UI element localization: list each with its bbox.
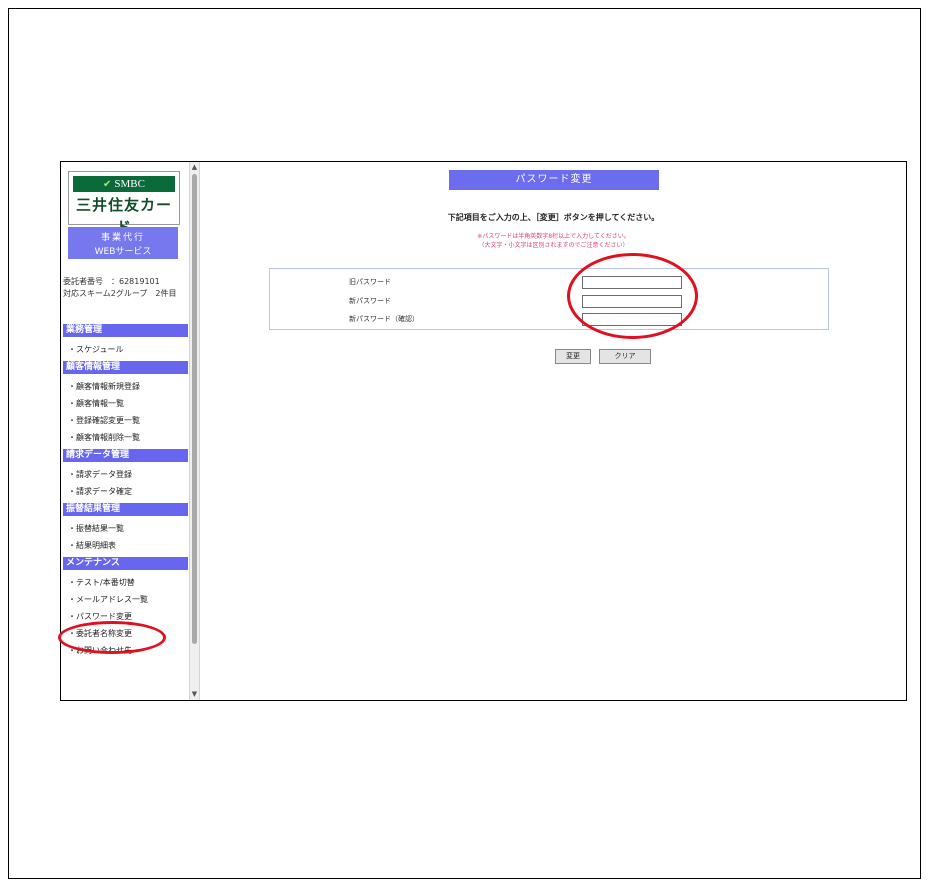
- page-title: パスワード変更: [449, 170, 659, 190]
- nav-section-transfer: 振替結果管理: [63, 503, 188, 516]
- sidebar-item-customer-register[interactable]: ・顧客情報新規登録: [63, 378, 188, 395]
- sidebar-item-customer-list[interactable]: ・顧客情報一覧: [63, 395, 188, 412]
- scrollbar-thumb[interactable]: [192, 174, 197, 644]
- service-title: 事業代行: [100, 233, 145, 243]
- sidebar: ✔SMBC 三井住友カード 事業代行 WEBサービス 委託者番号 ：628191…: [61, 162, 189, 700]
- service-banner: 事業代行 WEBサービス: [68, 227, 178, 259]
- warning-text-1: ※パスワードは半角英数字8桁以上で入力してください。: [477, 233, 630, 240]
- service-subtitle: WEBサービス: [94, 247, 152, 257]
- sidebar-item-email-list[interactable]: ・メールアドレス一覧: [63, 591, 188, 608]
- sidebar-item-test-switch[interactable]: ・テスト/本番切替: [63, 574, 188, 591]
- form-row-old-password: 旧パスワード: [270, 275, 828, 292]
- clear-button[interactable]: クリア: [599, 349, 651, 364]
- old-password-label: 旧パスワード: [349, 278, 391, 286]
- sidebar-item-billing-confirm[interactable]: ・請求データ確定: [63, 483, 188, 500]
- sidebar-item-result-detail[interactable]: ・結果明細表: [63, 537, 188, 554]
- sidebar-item-schedule[interactable]: ・スケジュール: [63, 341, 188, 358]
- change-button[interactable]: 変更: [555, 349, 591, 364]
- confirm-password-input[interactable]: [582, 313, 682, 326]
- new-password-label: 新パスワード: [349, 297, 391, 305]
- form-row-new-password: 新パスワード: [270, 294, 828, 311]
- scroll-down-arrow-icon[interactable]: ▼: [190, 689, 199, 700]
- scroll-up-arrow-icon[interactable]: ▲: [190, 162, 199, 173]
- sidebar-item-customer-delete-list[interactable]: ・顧客情報削除一覧: [63, 429, 188, 446]
- form-row-confirm-password: 新パスワード（確認）: [270, 312, 828, 329]
- main-content: パスワード変更 下記項目をご入力の上、［変更］ボタンを押してください。 ※パスワ…: [201, 162, 906, 700]
- sidebar-item-transfer-results[interactable]: ・振替結果一覧: [63, 520, 188, 537]
- sidebar-nav: 業務管理 ・スケジュール 顧客情報管理 ・顧客情報新規登録 ・顧客情報一覧 ・登…: [63, 321, 188, 659]
- old-password-input[interactable]: [582, 276, 682, 289]
- instruction-text: 下記項目をご入力の上、［変更］ボタンを押してください。: [447, 213, 660, 222]
- nav-section-billing: 請求データ管理: [63, 449, 188, 462]
- password-form: 旧パスワード 新パスワード 新パスワード（確認）: [269, 268, 829, 330]
- scheme-group-info: 対応スキーム2グループ 2件目: [63, 289, 177, 298]
- app-window: ✔SMBC 三井住友カード 事業代行 WEBサービス 委託者番号 ：628191…: [60, 161, 907, 701]
- warning-text-2: （大文字・小文字は区別されますのでご注意ください）: [478, 242, 629, 249]
- nav-section-maintenance: メンテナンス: [63, 557, 188, 570]
- smbc-logo-text: SMBC: [114, 178, 145, 190]
- sidebar-item-contact[interactable]: ・お問い合わせ先: [63, 642, 188, 659]
- nav-section-business: 業務管理: [63, 324, 188, 337]
- sidebar-item-password-change[interactable]: ・パスワード変更: [63, 608, 188, 625]
- sidebar-item-billing-register[interactable]: ・請求データ登録: [63, 466, 188, 483]
- new-password-input[interactable]: [582, 295, 682, 308]
- sidebar-item-consignor-name-change[interactable]: ・委託者名称変更: [63, 625, 188, 642]
- confirm-password-label: 新パスワード（確認）: [349, 315, 419, 323]
- sidebar-scrollbar[interactable]: ▲ ▼: [189, 162, 200, 700]
- leaf-icon: ✔: [103, 179, 112, 190]
- smbc-logo-bar: ✔ SMBC: [73, 176, 175, 192]
- consignor-number: 委託者番号 ：62819101: [63, 277, 160, 286]
- sidebar-item-change-confirm-list[interactable]: ・登録確認変更一覧: [63, 412, 188, 429]
- nav-section-customer: 顧客情報管理: [63, 361, 188, 374]
- company-logo: ✔SMBC 三井住友カード: [68, 171, 180, 236]
